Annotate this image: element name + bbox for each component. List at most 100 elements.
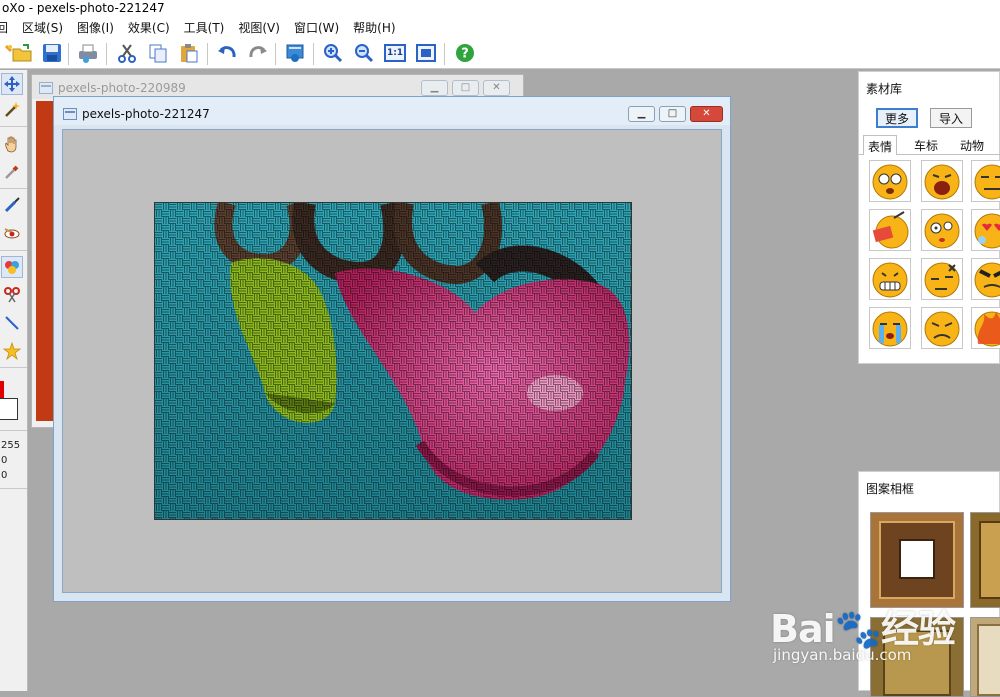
print-button[interactable] (75, 40, 101, 66)
paste-icon (181, 44, 198, 63)
tab-emoticons[interactable]: 表情 (863, 135, 898, 155)
red-eye-icon (4, 228, 20, 239)
emoji-shocked-icon (872, 164, 908, 200)
line-icon (5, 316, 19, 330)
paste-button[interactable] (176, 40, 202, 66)
photo-canvas[interactable] (154, 202, 632, 520)
more-button[interactable]: 更多 (876, 108, 918, 128)
emoticon-item[interactable] (921, 307, 963, 349)
emoticon-item[interactable] (869, 307, 911, 349)
emoji-sad-icon (924, 311, 960, 347)
tab-animals[interactable]: 动物 (956, 135, 988, 155)
menu-item-help[interactable]: 帮助(H) (353, 19, 395, 36)
open-button[interactable] (9, 40, 35, 66)
menu-item-view[interactable]: 视图(V) (238, 19, 280, 36)
hand-tool[interactable] (1, 133, 23, 155)
zoom-out-button[interactable] (351, 40, 377, 66)
menu-item-region[interactable]: 区域(S) (22, 19, 63, 36)
close-button[interactable]: ✕ (690, 106, 723, 122)
emoticon-item[interactable] (869, 258, 911, 300)
emoticon-item[interactable] (971, 258, 1000, 300)
window-title-bar[interactable]: pexels-photo-221247 ▁ □ ✕ (54, 97, 730, 125)
magic-wand-tool[interactable] (1, 99, 23, 121)
help-button[interactable]: ? (452, 40, 478, 66)
emoticon-item[interactable] (921, 258, 963, 300)
batch-icon (286, 44, 304, 62)
save-icon (43, 44, 61, 62)
move-tool[interactable] (1, 73, 23, 95)
emoticon-item[interactable] (869, 209, 911, 251)
emoji-crying-icon (872, 311, 908, 347)
brush-icon (4, 197, 20, 213)
emoticon-item[interactable] (971, 160, 1000, 202)
batch-button[interactable] (282, 40, 308, 66)
frame-item[interactable] (970, 512, 1000, 608)
cut-button[interactable] (114, 40, 140, 66)
image-file-icon (39, 82, 53, 94)
fit-window-button[interactable] (413, 40, 439, 66)
emoji-screaming-icon (924, 164, 960, 200)
window-title: pexels-photo-220989 (58, 81, 186, 95)
zoom-in-button[interactable] (320, 40, 346, 66)
menu-item-effects[interactable]: 效果(C) (128, 19, 170, 36)
import-button[interactable]: 导入 (930, 108, 972, 128)
maximize-button[interactable]: □ (452, 80, 479, 96)
minimize-icon: ▁ (637, 108, 646, 119)
image-window-main[interactable]: pexels-photo-221247 ▁ □ ✕ (53, 96, 731, 602)
menu-item-tools[interactable]: 工具(T) (184, 19, 225, 36)
close-icon: ✕ (702, 108, 711, 119)
star-tool[interactable] (1, 340, 23, 362)
minimize-button[interactable]: ▁ (628, 106, 655, 122)
emoji-squint-icon (974, 164, 1000, 200)
menu-item-window[interactable]: 窗口(W) (294, 19, 339, 36)
tab-car-logos[interactable]: 车标 (910, 135, 942, 155)
eyedropper-icon (5, 165, 19, 179)
eyedropper-tool[interactable] (1, 161, 23, 183)
emoticon-item[interactable] (971, 307, 1000, 349)
fit-window-icon (416, 44, 436, 62)
close-icon: ✕ (492, 82, 501, 93)
line-tool[interactable] (1, 312, 23, 334)
save-button[interactable] (39, 40, 65, 66)
maximize-button[interactable]: □ (659, 106, 686, 122)
emoticon-item[interactable] (971, 209, 1000, 251)
background-color-swatch[interactable] (0, 398, 18, 420)
app-title: oXo - pexels-photo-221247 (0, 0, 1000, 17)
menu-item-image[interactable]: 图像(I) (77, 19, 114, 36)
panel-title: 图案相框 (866, 482, 915, 496)
red-eye-tool[interactable] (1, 222, 23, 244)
emoticon-item[interactable] (921, 209, 963, 251)
image-canvas-area[interactable] (62, 129, 722, 593)
emoji-dizzy-icon (924, 213, 960, 249)
move-icon (4, 76, 20, 92)
emoticon-item[interactable] (921, 160, 963, 202)
open-icon (12, 44, 32, 62)
watermark-brand: Bai🐾经验 (770, 607, 956, 651)
hand-icon (5, 136, 17, 153)
fill-icon (5, 261, 19, 274)
actual-size-button[interactable]: 1:1 (382, 40, 408, 66)
fill-tool[interactable] (1, 256, 23, 278)
brush-tool[interactable] (1, 194, 23, 216)
svg-text:?: ? (461, 47, 469, 62)
clone-tool[interactable] (1, 284, 23, 306)
baidu-watermark: Bai🐾经验 jingyan.baidu.com (770, 588, 970, 688)
maximize-icon: □ (460, 82, 471, 93)
emoji-writing-icon (872, 211, 909, 249)
copy-button[interactable] (145, 40, 171, 66)
menu-item-file[interactable]: 回 (0, 19, 8, 36)
emoji-fire-icon (974, 311, 1000, 347)
emoticon-item[interactable] (869, 160, 911, 202)
redo-button[interactable] (245, 40, 271, 66)
frame-item[interactable] (970, 617, 1000, 697)
undo-button[interactable] (214, 40, 240, 66)
zoom-out-icon (355, 44, 374, 63)
image-file-icon (63, 108, 77, 120)
emoji-annoyed-icon (924, 262, 960, 298)
emoji-grin-icon (872, 262, 908, 298)
close-button[interactable]: ✕ (483, 80, 510, 96)
maximize-icon: □ (667, 108, 678, 119)
minimize-button[interactable]: ▁ (421, 80, 448, 96)
material-library-panel: 素材库 更多 导入 表情 车标 动物 (858, 71, 1000, 364)
panel-title: 素材库 (866, 82, 903, 96)
